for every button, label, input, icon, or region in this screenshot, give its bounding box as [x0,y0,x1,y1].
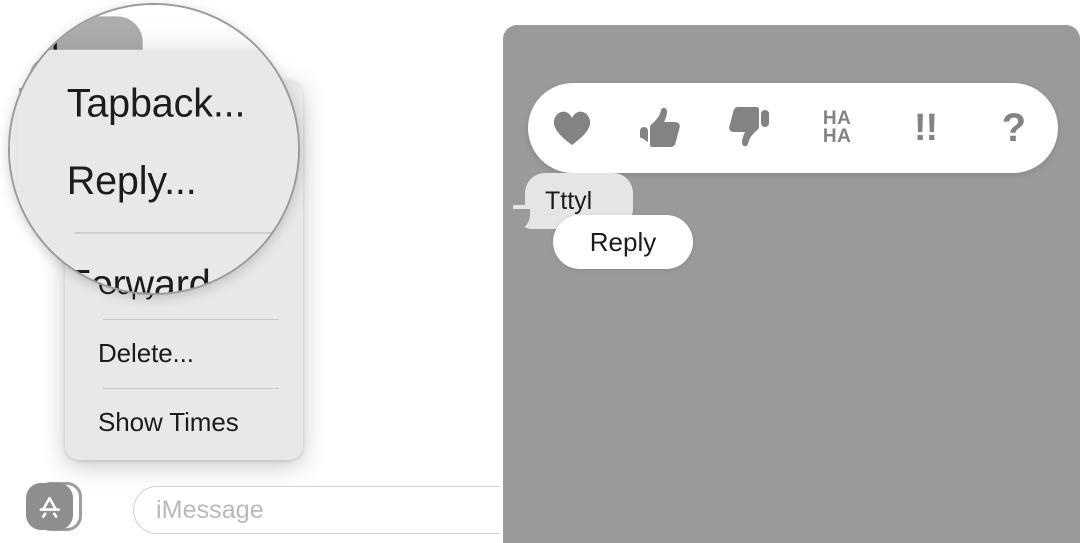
haha-line-2: HA [822,126,852,147]
haha-glyph: HA HA [822,109,852,147]
menu-item-tapback[interactable]: Tapback... [65,90,303,141]
left-panel-screenshot: Tttyl Tapback... Reply... Forward... Cop… [0,0,500,543]
imessage-input[interactable]: iMessage [133,486,500,534]
tapback-thumbs-down-icon[interactable] [705,83,793,173]
tapback-reaction-bar[interactable]: HA HA !! ? [528,83,1058,173]
context-menu[interactable]: Tapback... Reply... Forward... Copy Dele… [65,80,303,460]
heart-glyph [553,111,591,145]
message-bubble-tail [15,88,41,112]
tapback-exclamation-icon[interactable]: !! [881,83,969,173]
menu-item-show-times[interactable]: Show Times [65,397,303,448]
message-bubble-text: Tttyl [545,186,593,215]
menu-item-reply[interactable]: Reply... [65,141,303,192]
right-panel-screenshot: HA HA !! ? Tttyl Reply [503,25,1080,543]
app-store-button[interactable] [26,481,84,533]
menu-divider [103,200,279,202]
imessage-placeholder: iMessage [156,495,264,524]
tapback-question-icon[interactable]: ? [970,83,1058,173]
thumbs-down-glyph [729,107,769,147]
tapback-heart-icon[interactable] [528,83,616,173]
menu-divider [103,387,279,389]
reply-button[interactable]: Reply [553,215,693,269]
double-exclamation-glyph: !! [913,107,938,149]
app-store-icon[interactable] [26,483,73,530]
message-bubble-tail [508,205,537,231]
reply-button-label: Reply [589,226,657,257]
tapback-haha-icon[interactable]: HA HA [793,83,881,173]
tapback-bar-tail-small [642,153,657,168]
menu-item-copy[interactable]: Copy [65,260,303,311]
menu-item-forward[interactable]: Forward... [65,209,303,260]
menu-item-delete[interactable]: Delete... [65,328,303,379]
menu-divider [103,319,279,321]
app-store-glyph [39,496,60,518]
question-mark-glyph: ? [1001,106,1027,150]
